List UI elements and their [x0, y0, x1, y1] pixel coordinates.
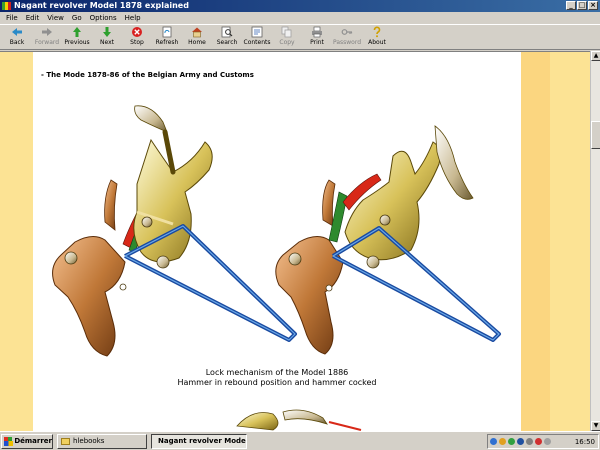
stop-icon — [131, 26, 143, 38]
menu-help[interactable]: Help — [121, 12, 145, 24]
toolbar: Back Forward Previous Next Stop Refresh … — [0, 24, 600, 50]
forward-button[interactable]: Forward — [32, 25, 62, 49]
windows-logo-icon — [4, 436, 14, 446]
about-label: About — [368, 39, 386, 46]
security-icon[interactable] — [535, 438, 542, 445]
question-icon — [371, 26, 383, 38]
scroll-thumb[interactable] — [591, 121, 600, 149]
taskbar-item-nagant[interactable]: Nagant revolver Model... — [151, 433, 247, 449]
menu-bar: File Edit View Go Options Help — [0, 12, 600, 24]
mechanism-rebound — [52, 105, 297, 357]
system-tray: 16:50 — [487, 434, 599, 449]
refresh-icon — [161, 26, 173, 38]
clock: 16:50 — [574, 437, 595, 446]
back-arrow-icon — [11, 26, 23, 38]
menu-file[interactable]: File — [2, 12, 22, 24]
menu-options[interactable]: Options — [86, 12, 121, 24]
page-margin — [521, 52, 550, 431]
menu-go[interactable]: Go — [68, 12, 86, 24]
taskbar-item-hlebooks[interactable]: hlebooks — [57, 433, 147, 449]
forward-arrow-icon — [41, 26, 53, 38]
next-button[interactable]: Next — [92, 25, 122, 49]
window-controls: _ □ × — [566, 1, 598, 10]
figure-caption-line1: Lock mechanism of the Model 1886 — [205, 368, 349, 377]
password-label: Password — [332, 39, 362, 46]
contents-label: Contents — [243, 39, 271, 46]
stop-label: Stop — [130, 39, 144, 46]
display-icon[interactable] — [517, 438, 524, 445]
copy-button[interactable]: Copy — [272, 25, 302, 49]
copy-icon — [281, 26, 293, 38]
start-label: Démarrer — [14, 437, 52, 445]
forward-label: Forward — [34, 39, 60, 46]
window-title: Nagant revolver Model 1878 explained — [14, 1, 189, 10]
app-flag-icon — [2, 2, 11, 10]
search-button[interactable]: Search — [212, 25, 242, 49]
home-button[interactable]: Home — [182, 25, 212, 49]
antivirus-icon[interactable] — [508, 438, 515, 445]
tray-app-icon[interactable] — [499, 438, 506, 445]
search-label: Search — [216, 39, 238, 46]
back-label: Back — [9, 39, 25, 46]
menu-view[interactable]: View — [43, 12, 68, 24]
home-label: Home — [188, 39, 206, 46]
previous-button[interactable]: Previous — [62, 25, 92, 49]
document-page: - The Mode 1878-86 of the Belgian Army a… — [33, 52, 521, 431]
scroll-up-arrow[interactable]: ▲ — [591, 51, 600, 61]
volume-icon[interactable] — [526, 438, 533, 445]
title-bar: Nagant revolver Model 1878 explained _ □… — [0, 0, 600, 12]
print-label: Print — [310, 39, 324, 46]
start-button[interactable]: Démarrer — [1, 433, 53, 449]
minimize-button[interactable]: _ — [566, 1, 576, 10]
key-icon — [341, 26, 353, 38]
vertical-scrollbar[interactable]: ▲ ▼ — [590, 51, 600, 431]
menu-edit[interactable]: Edit — [22, 12, 44, 24]
home-icon — [191, 26, 203, 38]
figure-caption-line2: Hammer in rebound position and hammer co… — [177, 378, 377, 387]
previous-label: Previous — [64, 39, 90, 46]
copy-label: Copy — [279, 39, 295, 46]
section-heading: - The Mode 1878-86 of the Belgian Army a… — [41, 71, 254, 79]
refresh-label: Refresh — [155, 39, 179, 46]
next-label: Next — [100, 39, 114, 46]
app-window: Nagant revolver Model 1878 explained _ □… — [0, 0, 600, 450]
taskbar-item-label: hlebooks — [73, 437, 105, 445]
close-button[interactable]: × — [588, 1, 598, 10]
maximize-button[interactable]: □ — [577, 1, 587, 10]
stop-button[interactable]: Stop — [122, 25, 152, 49]
network-icon[interactable] — [490, 438, 497, 445]
printer-icon — [311, 26, 323, 38]
password-button[interactable]: Password — [332, 25, 362, 49]
next-figure-partial — [236, 409, 362, 431]
about-button[interactable]: About — [362, 25, 392, 49]
contents-icon — [251, 26, 263, 38]
down-arrow-icon — [101, 26, 113, 38]
content-area: - The Mode 1878-86 of the Belgian Army a… — [0, 51, 590, 431]
contents-button[interactable]: Contents — [242, 25, 272, 49]
print-button[interactable]: Print — [302, 25, 332, 49]
folder-icon — [61, 437, 70, 445]
taskbar-item-label: Nagant revolver Model... — [158, 437, 247, 445]
back-button[interactable]: Back — [2, 25, 32, 49]
lock-mechanism-figure — [52, 105, 501, 357]
up-arrow-icon — [71, 26, 83, 38]
taskbar: Démarrer hlebooks Nagant revolver Model.… — [0, 431, 600, 450]
refresh-button[interactable]: Refresh — [152, 25, 182, 49]
speaker-icon[interactable] — [544, 438, 551, 445]
scroll-down-arrow[interactable]: ▼ — [591, 421, 600, 431]
mechanism-cocked — [275, 125, 501, 355]
search-icon — [221, 26, 233, 38]
